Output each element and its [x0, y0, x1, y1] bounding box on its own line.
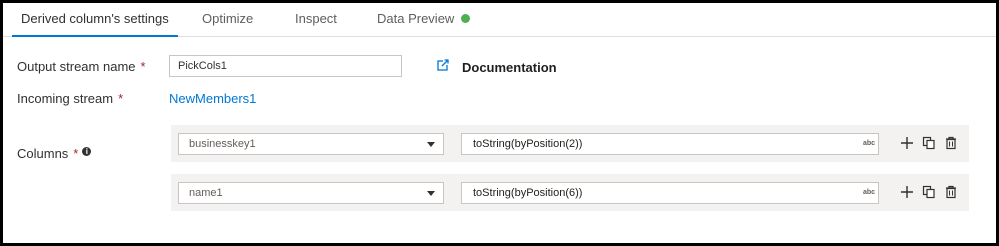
tab-inspect[interactable]: Inspect: [295, 11, 337, 36]
settings-panel: Derived column's settings Optimize Inspe…: [0, 0, 999, 246]
column-dropdown[interactable]: businesskey1: [178, 133, 444, 155]
trash-icon[interactable]: [944, 185, 958, 199]
external-link-icon: [437, 58, 462, 76]
required-marker: *: [73, 146, 79, 161]
documentation-link[interactable]: Documentation: [437, 59, 557, 75]
expression-input[interactable]: toString(byPosition(2)) abc: [461, 133, 879, 155]
tab-derived-column-settings[interactable]: Derived column's settings: [12, 11, 178, 37]
column-name: businesskey1: [189, 138, 256, 150]
copy-icon[interactable]: [922, 185, 936, 199]
row-actions: [900, 184, 966, 200]
trash-icon[interactable]: [944, 136, 958, 150]
incoming-stream-label: Incoming stream *: [17, 91, 123, 106]
incoming-stream-label-text: Incoming stream: [17, 91, 114, 106]
expression-value: toString(byPosition(6)): [473, 187, 583, 199]
add-icon[interactable]: [900, 136, 914, 150]
tab-bar: Derived column's settings Optimize Inspe…: [3, 3, 996, 37]
tab-optimize[interactable]: Optimize: [202, 11, 253, 36]
tab-label: Data Preview: [377, 11, 455, 26]
columns-label: Columns * i: [17, 146, 92, 161]
chevron-down-icon: [427, 191, 435, 196]
required-marker: *: [140, 59, 146, 74]
incoming-stream-link[interactable]: NewMembers1: [169, 91, 256, 106]
output-stream-name-input[interactable]: PickCols1: [169, 55, 402, 77]
column-dropdown[interactable]: name1: [178, 182, 444, 204]
add-icon[interactable]: [900, 185, 914, 199]
info-icon[interactable]: i: [82, 147, 92, 156]
documentation-label: Documentation: [462, 59, 557, 75]
tab-label: Inspect: [295, 11, 337, 26]
chevron-down-icon: [427, 142, 435, 147]
expression-input[interactable]: toString(byPosition(6)) abc: [461, 182, 879, 204]
columns-label-text: Columns: [17, 146, 69, 161]
output-stream-label: Output stream name *: [17, 59, 146, 74]
row-actions: [900, 135, 966, 151]
output-stream-label-text: Output stream name: [17, 59, 136, 74]
column-row: businesskey1 toString(byPosition(2)) abc: [171, 125, 969, 162]
column-row: name1 toString(byPosition(6)) abc: [171, 174, 969, 211]
expression-value: toString(byPosition(2)): [473, 138, 583, 150]
column-name: name1: [189, 187, 223, 199]
tab-label: Derived column's settings: [21, 11, 169, 26]
status-dot-icon: [461, 14, 471, 23]
type-badge: abc: [862, 140, 875, 147]
type-badge: abc: [862, 189, 875, 196]
copy-icon[interactable]: [922, 136, 936, 150]
tab-label: Optimize: [202, 11, 254, 26]
output-stream-value: PickCols1: [178, 60, 227, 72]
tab-data-preview[interactable]: Data Preview: [377, 11, 471, 36]
required-marker: *: [118, 91, 124, 106]
